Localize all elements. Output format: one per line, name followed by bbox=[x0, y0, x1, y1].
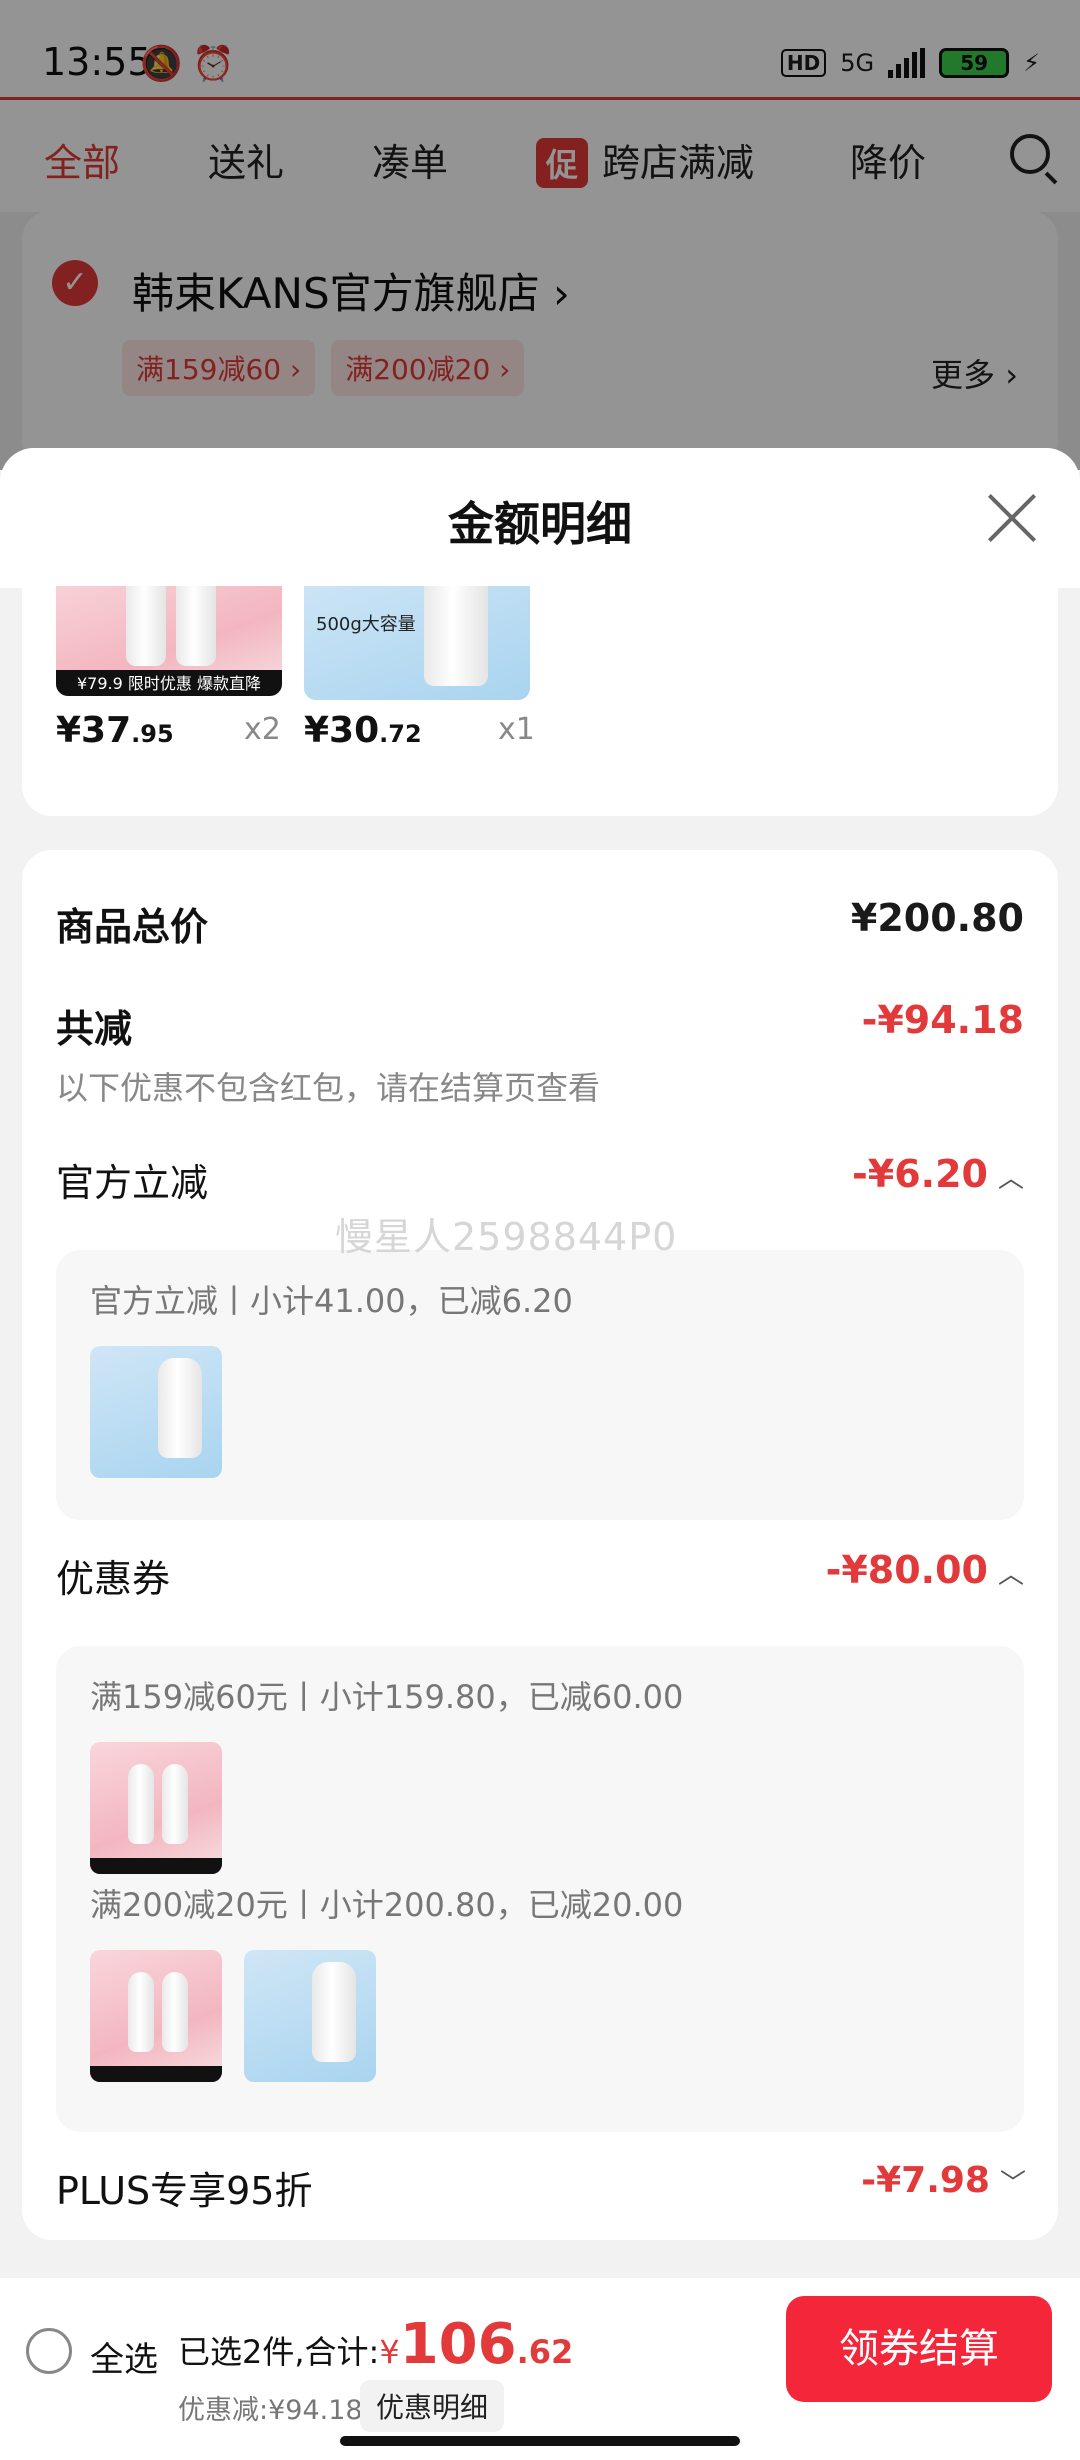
sheet-header: 金额明细 bbox=[0, 448, 1080, 588]
checkout-button[interactable]: 领券结算 bbox=[786, 2296, 1052, 2402]
reduce-note: 以下优惠不包含红包，请在结算页查看 bbox=[56, 1069, 601, 1107]
bottle-image bbox=[128, 1972, 154, 2052]
select-all-radio[interactable] bbox=[26, 2328, 72, 2374]
plus-label: PLUS专享95折 bbox=[56, 2169, 313, 2213]
reduce-value: -¥94.18 bbox=[861, 998, 1024, 1042]
amount-detail-sheet: 金额明细 ¥79.9 限时优惠 爆款直降 500g大容量 ¥37.95 x2 ¥… bbox=[0, 448, 1080, 2460]
total-value: ¥200.80 bbox=[850, 896, 1024, 940]
plus-value: -¥7.98 ﹀ bbox=[861, 2160, 1026, 2201]
product-thumbnail[interactable]: ¥79.9 限时优惠 爆款直降 bbox=[56, 586, 282, 696]
official-label: 官方立减 bbox=[56, 1161, 209, 1205]
discount-summary: 优惠减:¥94.18 bbox=[178, 2395, 363, 2426]
cart-background: 13:55 🔕 ⏰ HD 5G 59 ⚡ 全部 送礼 凑单 促跨店满减 降价 ✓… bbox=[0, 0, 1080, 470]
bottle-image bbox=[162, 1764, 188, 1844]
select-all-label[interactable]: 全选 bbox=[90, 2332, 158, 2381]
total-label: 商品总价 bbox=[56, 905, 209, 949]
total-amount: 106 bbox=[399, 2312, 517, 2377]
product-thumbnail[interactable] bbox=[90, 1950, 222, 2082]
discount-detail-button[interactable]: 优惠明细 bbox=[360, 2380, 505, 2432]
official-box-text: 官方立减丨小计41.00，已减6.20 bbox=[90, 1282, 573, 1320]
product-promo-bar bbox=[90, 1858, 222, 1874]
chevron-down-icon: ﹀ bbox=[999, 2169, 1026, 2199]
sheet-title: 金额明细 bbox=[448, 497, 632, 551]
product-strip: ¥79.9 限时优惠 爆款直降 500g大容量 ¥37.95 x2 ¥30.72… bbox=[22, 586, 1058, 816]
product-thumbnail[interactable] bbox=[90, 1346, 222, 1478]
product-price: ¥30.72 bbox=[304, 710, 422, 751]
product-promo-bar: ¥79.9 限时优惠 爆款直降 bbox=[56, 670, 282, 696]
product-promo-bar bbox=[90, 2066, 222, 2082]
product-qty: x2 bbox=[244, 712, 281, 747]
product-thumbnail[interactable]: 500g大容量 bbox=[304, 586, 530, 700]
coupon-label: 优惠券 bbox=[56, 1557, 171, 1601]
bottle-image bbox=[158, 1358, 202, 1458]
modal-overlay[interactable] bbox=[0, 0, 1080, 470]
chevron-up-icon: ︿ bbox=[997, 1164, 1024, 1194]
coupon-value: -¥80.00 ︿ bbox=[825, 1548, 1024, 1592]
detail-card: 商品总价 ¥200.80 共减 -¥94.18 以下优惠不包含红包，请在结算页查… bbox=[22, 850, 1058, 2240]
watermark: 慢星人2598844P0 bbox=[335, 1215, 678, 1259]
bottle-image bbox=[312, 1962, 356, 2062]
product-thumbnail[interactable] bbox=[90, 1742, 222, 1874]
coupon-line: 满159减60元丨小计159.80，已减60.00 bbox=[90, 1678, 684, 1716]
total-summary: 已选2件,合计:¥106.62 bbox=[178, 2312, 574, 2377]
total-row: 商品总价 ¥200.80 bbox=[56, 896, 1024, 951]
bottle-image bbox=[126, 586, 166, 666]
official-row[interactable]: 官方立减 -¥6.20 ︿ bbox=[56, 1152, 1024, 1207]
product-price: ¥37.95 bbox=[56, 710, 174, 751]
coupon-box: 满159减60元丨小计159.80，已减60.00 满200减20元丨小计200… bbox=[56, 1646, 1024, 2132]
product-qty: x1 bbox=[498, 712, 535, 747]
coupon-line: 满200减20元丨小计200.80，已减20.00 bbox=[90, 1886, 684, 1924]
product-thumbnail[interactable] bbox=[244, 1950, 376, 2082]
home-indicator[interactable] bbox=[340, 2436, 740, 2446]
official-box: 官方立减丨小计41.00，已减6.20 bbox=[56, 1250, 1024, 1520]
checkout-bar: 全选 已选2件,合计:¥106.62 优惠减:¥94.18 优惠明细 领券结算 bbox=[0, 2278, 1080, 2460]
plus-row[interactable]: PLUS专享95折 -¥7.98 ﹀ bbox=[56, 2160, 1026, 2215]
bottle-image bbox=[176, 586, 216, 666]
chevron-up-icon: ︿ bbox=[997, 1560, 1024, 1590]
product-tag: 500g大容量 bbox=[316, 614, 416, 635]
bottle-image bbox=[128, 1764, 154, 1844]
reduce-row: 共减 -¥94.18 以下优惠不包含红包，请在结算页查看 bbox=[56, 998, 1024, 1109]
close-icon[interactable] bbox=[984, 490, 1040, 546]
coupon-row[interactable]: 优惠券 -¥80.00 ︿ bbox=[56, 1548, 1024, 1603]
bottle-image bbox=[162, 1972, 188, 2052]
official-value: -¥6.20 ︿ bbox=[852, 1152, 1024, 1196]
bottle-image bbox=[424, 586, 488, 686]
